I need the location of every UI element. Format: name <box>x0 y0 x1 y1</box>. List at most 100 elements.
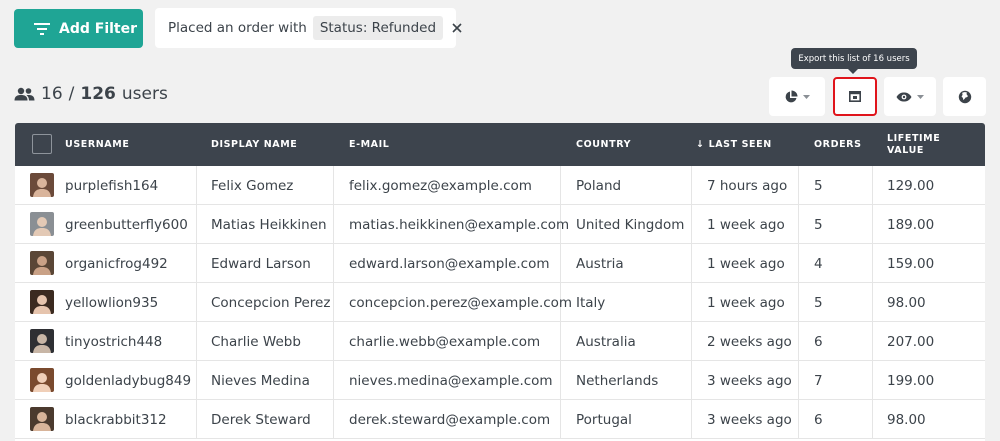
add-filter-button[interactable]: Add Filter <box>14 9 143 48</box>
close-icon <box>452 23 462 33</box>
display-name-cell: Concepcion Perez <box>211 294 331 311</box>
column-divider <box>798 322 799 361</box>
table-row[interactable]: goldenladybug849 Nieves Medina nieves.medi… <box>15 361 985 400</box>
orders-cell: 4 <box>814 255 823 272</box>
column-divider <box>691 361 692 400</box>
column-divider <box>560 361 561 400</box>
filter-status-tag[interactable]: Status: Refunded <box>312 16 444 40</box>
eye-icon <box>896 92 912 101</box>
column-divider <box>333 244 334 283</box>
column-divider <box>872 400 873 439</box>
column-divider <box>333 322 334 361</box>
column-divider <box>196 166 197 205</box>
last-seen-cell: 2 weeks ago <box>707 333 792 350</box>
column-divider <box>196 244 197 283</box>
column-divider <box>333 400 334 439</box>
email-cell: concepcion.perez@example.com <box>349 294 573 311</box>
export-icon <box>849 91 861 102</box>
table-row[interactable]: yellowlion935 Concepcion Perez concepcion.… <box>15 283 985 322</box>
column-divider <box>798 166 799 205</box>
column-divider <box>691 205 692 244</box>
column-header-username[interactable]: USERNAME <box>65 123 129 166</box>
display-name-cell: Edward Larson <box>211 255 311 272</box>
last-seen-cell: 1 week ago <box>707 255 785 272</box>
lifetime-value-cell: 98.00 <box>887 294 926 311</box>
column-divider <box>333 205 334 244</box>
orders-cell: 5 <box>814 294 823 311</box>
column-divider <box>333 361 334 400</box>
orders-cell: 5 <box>814 177 823 194</box>
username-cell: goldenladybug849 <box>65 372 192 389</box>
column-divider <box>872 244 873 283</box>
count-separator: / <box>68 84 75 104</box>
column-header-display-name[interactable]: DISPLAY NAME <box>211 123 297 166</box>
country-cell: Netherlands <box>576 372 659 389</box>
table-row[interactable]: purplefish164 Felix Gomez felix.gomez@exam… <box>15 166 985 205</box>
country-cell: Austria <box>576 255 624 272</box>
lifetime-value-cell: 207.00 <box>887 333 935 350</box>
lifetime-value-cell: 129.00 <box>887 177 935 194</box>
column-divider <box>872 166 873 205</box>
select-all-checkbox[interactable] <box>32 134 52 154</box>
segment-button[interactable] <box>769 77 825 116</box>
column-divider <box>798 361 799 400</box>
username-cell: blackrabbit312 <box>65 411 167 428</box>
column-divider <box>560 166 561 205</box>
count-label: users <box>121 84 168 104</box>
last-seen-cell: 7 hours ago <box>707 177 788 194</box>
column-header-country[interactable]: COUNTRY <box>576 123 631 166</box>
username-cell: yellowlion935 <box>65 294 159 311</box>
column-header-last-seen[interactable]: ↓ LAST SEEN <box>696 123 772 166</box>
column-divider <box>872 361 873 400</box>
column-divider <box>691 322 692 361</box>
caret-down-icon <box>803 94 810 99</box>
pie-chart-icon <box>785 90 798 102</box>
filter-lines-icon <box>34 22 50 35</box>
globe-button[interactable] <box>943 77 986 116</box>
column-divider <box>560 322 561 361</box>
email-cell: felix.gomez@example.com <box>349 177 532 194</box>
orders-cell: 6 <box>814 333 823 350</box>
table-row[interactable]: greenbutterfly600 Matias Heikkinen matias.… <box>15 205 985 244</box>
filter-prefix: Placed an order with <box>168 20 307 36</box>
country-cell: United Kingdom <box>576 216 685 233</box>
column-divider <box>798 283 799 322</box>
users-icon <box>14 87 35 101</box>
column-divider <box>798 205 799 244</box>
avatar <box>30 329 54 353</box>
sort-down-icon: ↓ <box>696 138 705 150</box>
table-header: USERNAME DISPLAY NAME E-MAIL COUNTRY ↓ L… <box>15 123 985 166</box>
lifetime-value-cell: 189.00 <box>887 216 935 233</box>
column-divider <box>196 361 197 400</box>
lifetime-value-cell: 98.00 <box>887 411 926 428</box>
active-filter-chip: Placed an order with Status: Refunded <box>155 8 462 48</box>
remove-filter-button[interactable] <box>452 23 462 33</box>
avatar <box>30 407 54 431</box>
column-divider <box>196 205 197 244</box>
table-row[interactable]: blackrabbit312 Derek Steward derek.steward… <box>15 400 985 439</box>
email-cell: charlie.webb@example.com <box>349 333 541 350</box>
column-divider <box>872 322 873 361</box>
avatar <box>30 290 54 314</box>
lifetime-label-line1: LIFETIME <box>887 132 941 144</box>
last-seen-cell: 1 week ago <box>707 294 785 311</box>
avatar <box>30 251 54 275</box>
display-name-cell: Derek Steward <box>211 411 311 428</box>
column-header-lifetime-value[interactable]: LIFETIME VALUE <box>887 123 940 166</box>
column-divider <box>872 283 873 322</box>
column-divider <box>196 322 197 361</box>
last-seen-cell: 1 week ago <box>707 216 785 233</box>
column-divider <box>333 166 334 205</box>
table-row[interactable]: organicfrog492 Edward Larson edward.larson… <box>15 244 985 283</box>
lifetime-label-line2: VALUE <box>887 144 924 156</box>
lifetime-value-cell: 199.00 <box>887 372 935 389</box>
email-cell: matias.heikkinen@example.com <box>349 216 570 233</box>
table-row[interactable]: tinyostrich448 Charlie Webb charlie.webb@e… <box>15 322 985 361</box>
export-tooltip: Export this list of 16 users <box>791 48 917 74</box>
columns-visibility-button[interactable] <box>884 77 936 116</box>
export-button[interactable] <box>833 77 877 116</box>
column-header-email[interactable]: E-MAIL <box>349 123 389 166</box>
column-divider <box>691 283 692 322</box>
country-cell: Portugal <box>576 411 632 428</box>
column-header-orders[interactable]: ORDERS <box>814 123 862 166</box>
